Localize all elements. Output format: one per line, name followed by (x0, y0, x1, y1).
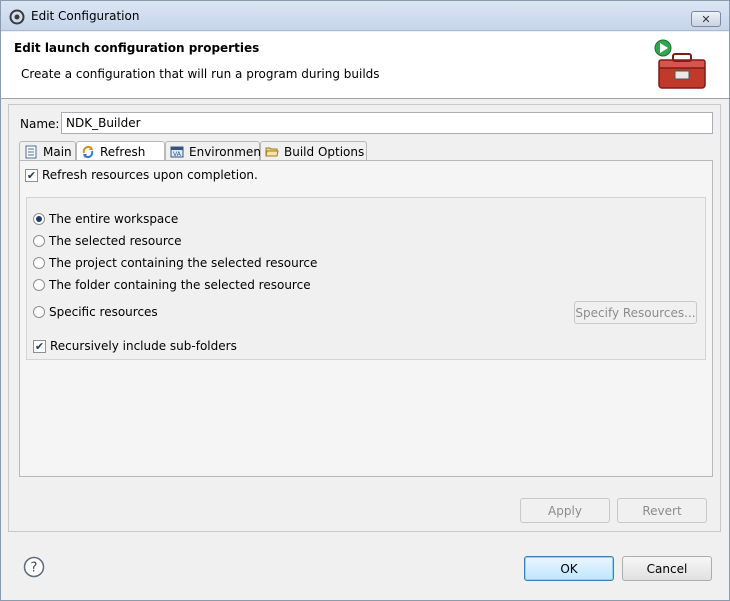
radio-specific-resources[interactable] (33, 306, 45, 318)
ok-button[interactable]: OK (524, 556, 614, 581)
name-input[interactable] (61, 112, 713, 134)
close-button[interactable]: ✕ (691, 11, 721, 27)
tab-refresh-label: Refresh (100, 145, 146, 159)
toolbox-run-icon (654, 39, 706, 89)
radio-selected-resource[interactable] (33, 235, 45, 247)
recursive-label: Recursively include sub-folders (50, 339, 237, 353)
tab-build-options[interactable]: Build Options (260, 141, 367, 161)
folder-open-icon (265, 147, 279, 156)
apply-button[interactable]: Apply (520, 498, 610, 523)
svg-text:?: ? (31, 561, 38, 576)
header-banner: Edit launch configuration properties Cre… (1, 32, 729, 99)
refresh-on-completion-row[interactable]: ✔ Refresh resources upon completion. (25, 168, 258, 182)
svg-text:VA: VA (173, 151, 182, 158)
close-icon: ✕ (701, 12, 711, 26)
scope-option-label: The project containing the selected reso… (49, 256, 318, 270)
revert-button[interactable]: Revert (617, 498, 707, 523)
title-bar: Edit Configuration ✕ (1, 1, 729, 31)
scope-option-folder[interactable]: The folder containing the selected resou… (33, 278, 311, 292)
edit-configuration-dialog: Edit Configuration ✕ Edit launch configu… (0, 0, 730, 601)
tab-environment-label: Environment (189, 144, 266, 159)
specify-resources-button[interactable]: Specify Resources... (574, 301, 697, 324)
tab-environment[interactable]: VA Environment (165, 141, 266, 161)
scope-option-label: Specific resources (49, 305, 158, 319)
tab-main[interactable]: Main (19, 141, 76, 161)
environment-icon: VA (170, 146, 184, 158)
tab-build-options-label: Build Options (284, 144, 365, 159)
banner-title: Edit launch configuration properties (14, 41, 260, 55)
scope-option-selected-resource[interactable]: The selected resource (33, 234, 182, 248)
scope-option-entire-workspace[interactable]: The entire workspace (33, 212, 178, 226)
radio-project[interactable] (33, 257, 45, 269)
scope-option-specific-resources[interactable]: Specific resources (33, 305, 158, 319)
tab-refresh[interactable]: Refresh (76, 141, 165, 162)
refresh-icon (82, 145, 94, 159)
eclipse-app-icon (9, 9, 25, 25)
name-label: Name: (20, 117, 60, 131)
window-title: Edit Configuration (31, 9, 140, 23)
scope-option-label: The selected resource (49, 234, 182, 248)
refresh-on-completion-label: Refresh resources upon completion. (42, 168, 258, 182)
radio-folder[interactable] (33, 279, 45, 291)
cancel-button[interactable]: Cancel (622, 556, 712, 581)
tab-main-label: Main (43, 144, 72, 159)
scope-option-label: The folder containing the selected resou… (49, 278, 311, 292)
radio-entire-workspace[interactable] (33, 213, 45, 225)
recursive-checkbox[interactable]: ✔ (33, 339, 46, 353)
scope-option-project[interactable]: The project containing the selected reso… (33, 256, 317, 270)
scope-option-label: The entire workspace (49, 212, 179, 226)
banner-description: Create a configuration that will run a p… (21, 67, 380, 81)
recursive-row[interactable]: ✔ Recursively include sub-folders (33, 339, 237, 353)
refresh-on-completion-checkbox[interactable]: ✔ (25, 168, 38, 182)
help-icon[interactable]: ? (23, 556, 45, 578)
document-icon (25, 145, 37, 158)
